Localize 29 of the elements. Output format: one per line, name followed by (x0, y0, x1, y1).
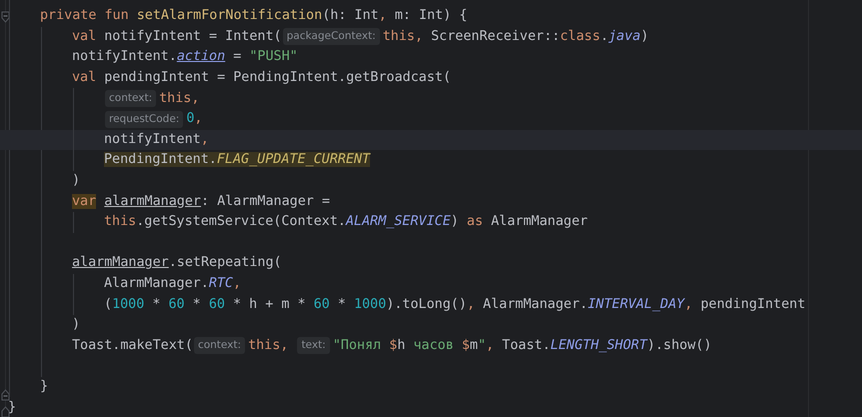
code-text: val pendingIntent = PendingIntent.getBroadcast( (72, 69, 451, 88)
code-text: } (8, 398, 16, 417)
code-text: AlarmManager.RTC, (104, 274, 242, 293)
code-text: this, (248, 336, 290, 355)
fold-icon[interactable] (1, 389, 10, 401)
code-text: alarmManager.setRepeating( (72, 254, 282, 272)
parameter-hint: context: (105, 90, 156, 108)
code-text: var alarmManager: AlarmManager = (72, 192, 330, 211)
code-text: val notifyIntent = Intent( (72, 28, 282, 46)
fold-icon[interactable] (1, 406, 10, 417)
fold-icon[interactable] (1, 11, 10, 23)
code-text: (1000 * 60 * 60 * h + m * 60 * 1000).toLong(), AlarmManager.INTERVAL_DAY, pendingIntent (104, 296, 806, 314)
code-text: 0, (186, 110, 202, 128)
code-text: this, (159, 90, 200, 108)
code-text: this.getSystemService(Context.ALARM_SERVICE) as AlarmManager (104, 213, 588, 232)
code-text: ) (72, 316, 80, 334)
code-text: ) (72, 172, 80, 190)
parameter-hint: packageContext: (282, 28, 380, 46)
parameter-hint: requestCode: (105, 110, 184, 128)
code-text: private fun setAlarmForNotification(h: Int, m: Int) { (40, 7, 468, 26)
code-text: notifyIntent.action = "PUSH" (72, 48, 298, 66)
code-text: } (40, 378, 48, 396)
code-text: this, ScreenReceiver::class.java) (382, 28, 649, 46)
code-text: notifyIntent, (104, 130, 209, 149)
code-text: Toast.makeText( (72, 336, 193, 355)
parameter-hint: context: (194, 337, 246, 354)
code-text: PendingIntent.FLAG_UPDATE_CURRENT (104, 151, 370, 170)
parameter-hint: text: (297, 337, 330, 354)
code-text: "Понял $h часов $m", Toast.LENGTH_SHORT).show() (332, 336, 712, 355)
